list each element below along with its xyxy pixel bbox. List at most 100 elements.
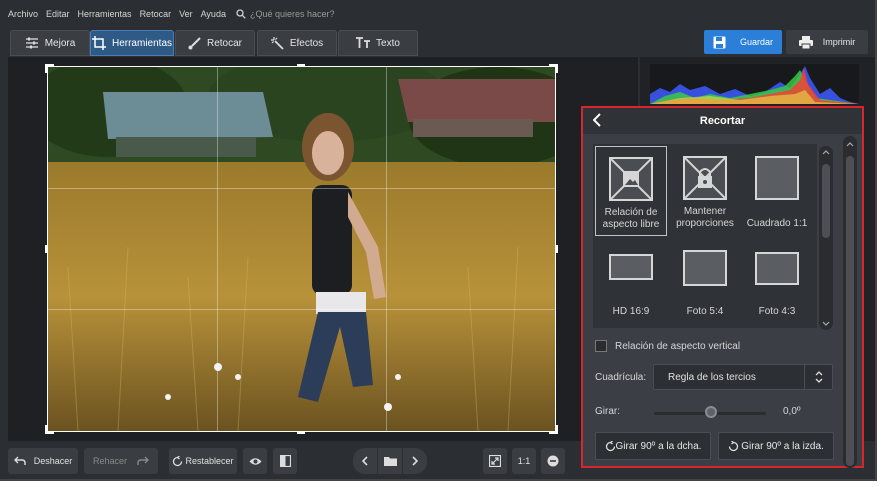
tab-mejora[interactable]: Mejora [10,30,90,56]
app-window: Archivo Editar Herramientas Retocar Ver … [0,0,877,481]
square-icon [755,156,799,200]
redo-button[interactable]: Rehacer [84,448,158,474]
sliders-icon [25,37,38,49]
vertical-ratio-label: Relación de aspecto vertical [615,340,741,352]
crop-presets: Relación de aspecto libre Mantener propo… [593,144,817,328]
print-label: Imprimir [822,37,856,47]
reset-label: Restablecer [185,456,234,466]
prev-image-button[interactable] [353,448,377,474]
zoom-out-button[interactable] [541,448,565,474]
preset-square-label: Cuadrado 1:1 [746,218,808,229]
print-button[interactable]: Imprimir [786,30,868,54]
open-folder-button[interactable] [378,448,402,474]
panel-scroll-up-icon[interactable] [846,142,854,147]
printer-icon [798,35,813,49]
brush-icon [188,36,201,49]
rotate-slider-knob[interactable] [705,406,717,418]
presets-scroll-thumb[interactable] [822,164,830,238]
crop-frame[interactable] [45,64,558,434]
back-arrow-icon[interactable] [592,113,601,130]
tab-mejora-label: Mejora [44,37,76,49]
tab-herramientas[interactable]: Herramientas [90,30,174,56]
redo-icon [137,456,150,465]
undo-button[interactable]: Deshacer [8,448,78,474]
preset-free-ratio-label2: aspecto libre [602,219,660,230]
panel-scroll-thumb[interactable] [846,156,854,466]
preset-photo-5-4[interactable]: Foto 5:4 [669,240,741,330]
presets-scrollbar[interactable] [819,146,833,330]
chevron-left-icon [361,456,368,466]
search-placeholder: ¿Qué quieres hacer? [249,8,335,19]
undo-label: Deshacer [33,456,73,466]
image-free-ratio-icon [609,157,653,201]
grid-line-v1 [217,67,218,431]
menu-ver[interactable]: Ver [179,9,193,19]
preset-photo-4-3[interactable]: Foto 4:3 [741,240,813,330]
tab-efectos-label: Efectos [289,37,324,49]
crop-handle-bottom[interactable] [297,431,305,434]
preset-free-ratio-label1: Relación de [604,207,658,218]
menu-retocar[interactable]: Retocar [140,9,172,19]
grid-line-h1 [48,188,555,189]
scroll-up-icon[interactable] [822,150,830,155]
rotate-right-button[interactable]: Girar 90º a la dcha. [595,432,711,460]
preset-keep-proportions[interactable]: Mantener proporciones [669,146,741,236]
crop-handle-top-left[interactable] [45,64,54,73]
grid-select[interactable]: Regla de los tercios [653,364,833,390]
menu-archivo[interactable]: Archivo [8,9,38,19]
reset-icon [173,455,183,466]
tab-texto[interactable]: Texto [338,30,418,56]
search-box[interactable]: ¿Qué quieres hacer? [236,9,335,19]
rotate-label-text: Girar: [595,406,620,417]
preview-button[interactable] [243,448,267,474]
zoom-1to1-label: 1:1 [517,456,531,466]
rotate-value: 0,0º [783,406,801,417]
save-label: Guardar [739,37,774,47]
preset-free-ratio[interactable]: Relación de aspecto libre [595,146,667,236]
preset-hd-16-9[interactable]: HD 16:9 [595,240,667,330]
image-canvas[interactable] [8,57,638,441]
crop-icon [91,36,106,50]
minus-circle-icon [547,455,559,467]
crop-handle-top[interactable] [297,64,305,67]
compare-button[interactable] [273,448,297,474]
tab-retocar[interactable]: Retocar [175,30,255,56]
crop-handle-left[interactable] [45,245,48,253]
crop-panel: Recortar Relación de aspecto libre Mante… [581,106,864,468]
zoom-1to1-button[interactable]: 1:1 [512,448,536,474]
rotate-left-button[interactable]: Girar 90º a la izda. [718,432,834,460]
eye-icon [249,457,261,465]
wide-rect-icon [609,254,653,280]
rotate-label: Girar: [595,406,620,417]
vertical-ratio-row[interactable]: Relación de aspecto vertical [595,340,740,352]
crop-handle-right[interactable] [555,245,558,253]
grid-select-value: Regla de los tercios [668,371,756,383]
rotate-right-icon [605,440,615,451]
fit-screen-button[interactable] [483,448,507,474]
save-button[interactable]: Guardar [704,30,782,54]
next-image-button[interactable] [403,448,427,474]
crop-panel-header: Recortar [583,108,862,134]
vertical-ratio-checkbox[interactable] [595,340,607,352]
menu-bar: Archivo Editar Herramientas Retocar Ver … [0,0,875,27]
crop-handle-bottom-left[interactable] [45,425,54,434]
lock-ratio-icon [683,156,727,200]
menu-herramientas[interactable]: Herramientas [78,9,132,19]
crop-panel-title: Recortar [699,115,746,127]
scroll-down-icon[interactable] [822,321,830,326]
crop-handle-bottom-right[interactable] [549,425,558,434]
tab-efectos[interactable]: Efectos [257,30,337,56]
histogram [650,64,859,104]
panel-scrollbar[interactable] [843,136,857,468]
menu-ayuda[interactable]: Ayuda [201,9,226,19]
floppy-icon [713,36,726,48]
grid-label: Cuadrícula: [595,372,646,383]
preset-hd-label: HD 16:9 [612,306,650,317]
preset-square[interactable]: Cuadrado 1:1 [741,146,813,236]
menu-editar[interactable]: Editar [46,9,70,19]
reset-button[interactable]: Restablecer [169,448,237,474]
updown-arrows-icon [804,365,832,389]
search-icon [236,8,246,19]
grid-label-text: Cuadrícula: [595,372,647,383]
crop-handle-top-right[interactable] [549,64,558,73]
